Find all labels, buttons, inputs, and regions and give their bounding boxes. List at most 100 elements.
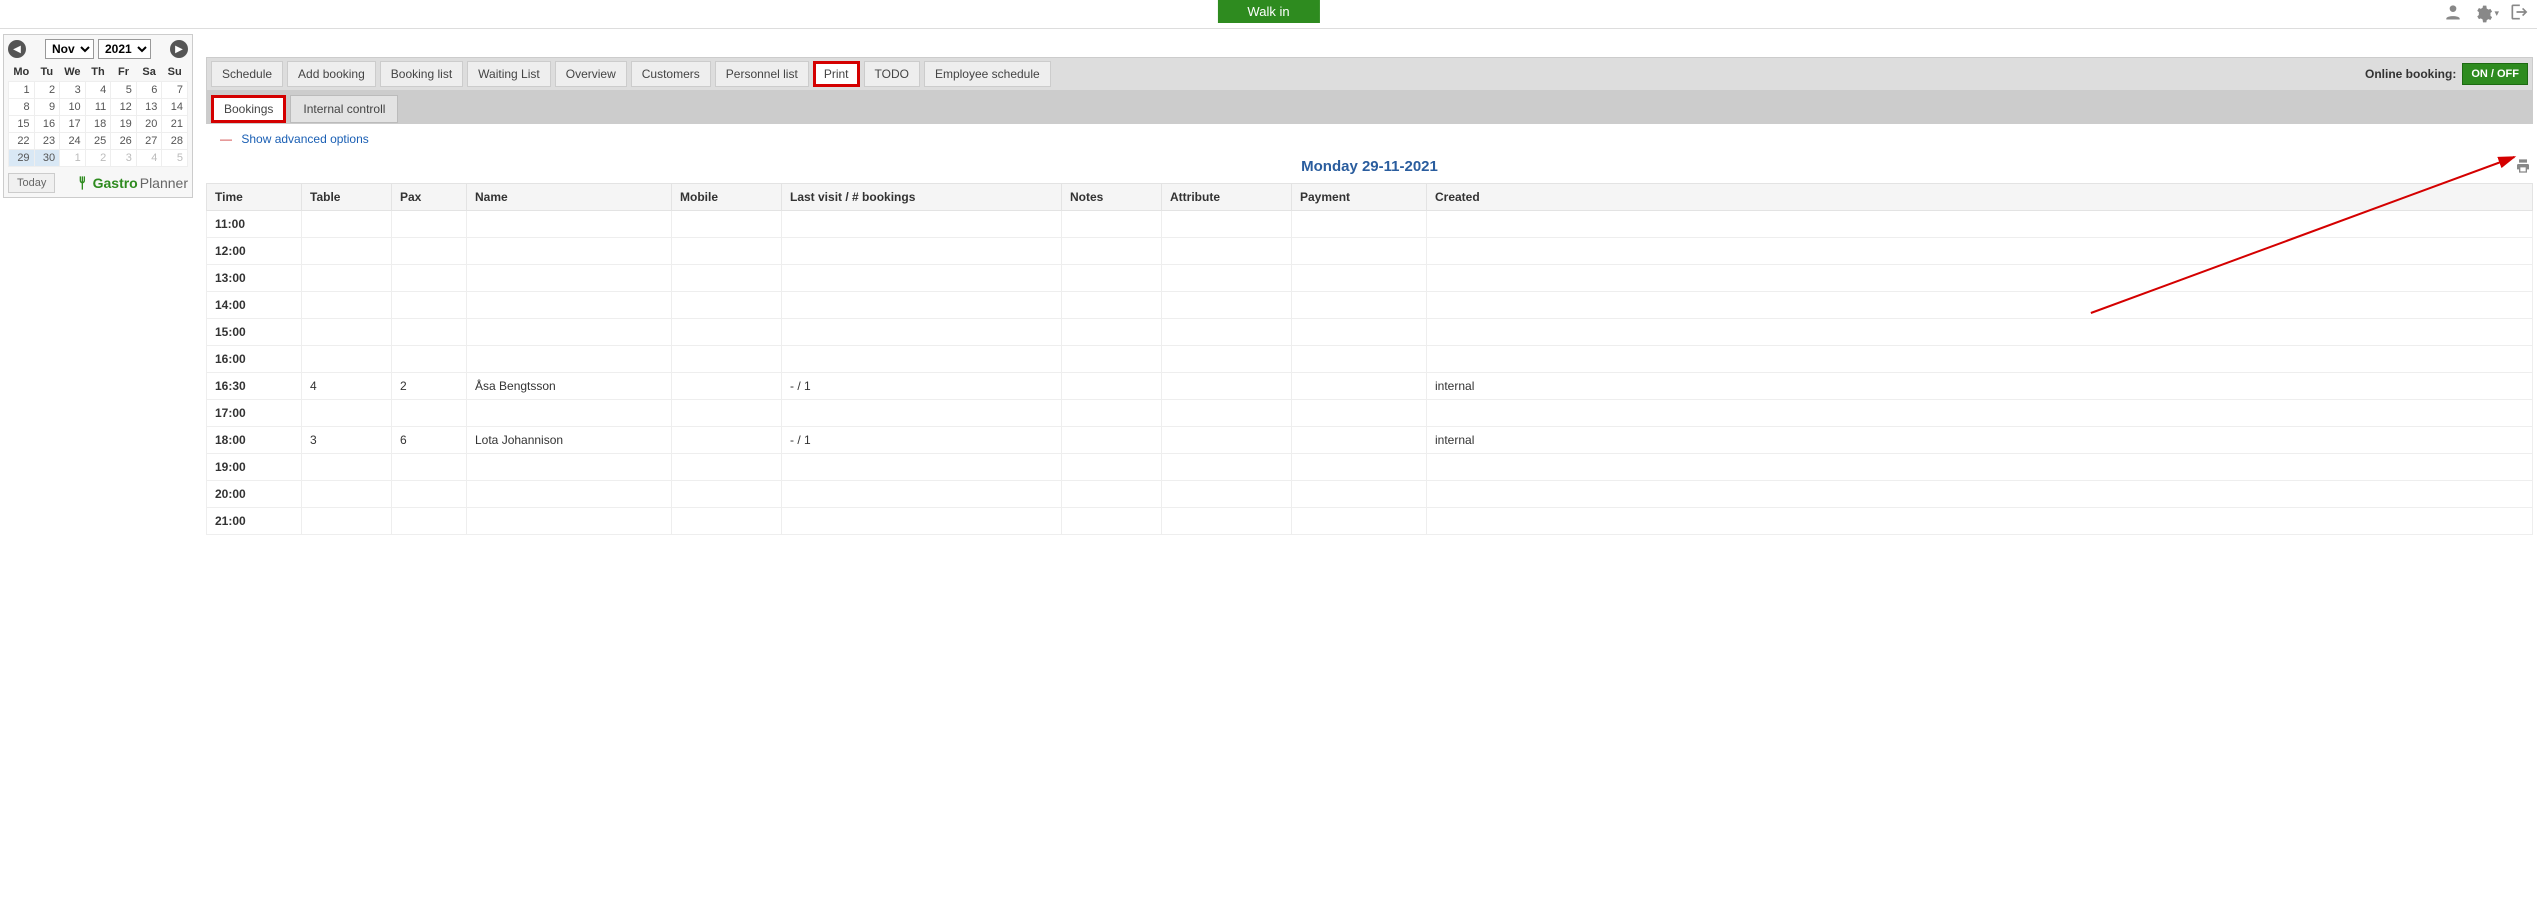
cal-day[interactable]: 1 — [60, 150, 86, 167]
cell-payment — [1292, 373, 1427, 400]
cal-day[interactable]: 21 — [162, 116, 188, 133]
cell-last — [782, 211, 1062, 238]
cell-payment — [1292, 454, 1427, 481]
cell-table — [302, 400, 392, 427]
cell-attribute — [1162, 238, 1292, 265]
cal-dow: Sa — [136, 63, 162, 82]
cal-day[interactable]: 3 — [111, 150, 137, 167]
cell-created — [1427, 319, 2533, 346]
cell-mobile — [672, 373, 782, 400]
table-row[interactable]: 15:00 — [207, 319, 2533, 346]
cal-day[interactable]: 25 — [85, 133, 111, 150]
main-tab-booking-list[interactable]: Booking list — [380, 61, 463, 87]
cal-year-select[interactable]: 2021 — [98, 39, 151, 59]
table-row[interactable]: 21:00 — [207, 508, 2533, 535]
main-tab-personnel-list[interactable]: Personnel list — [715, 61, 809, 87]
table-row[interactable]: 13:00 — [207, 265, 2533, 292]
cal-day[interactable]: 10 — [60, 99, 86, 116]
table-row[interactable]: 17:00 — [207, 400, 2533, 427]
cal-day[interactable]: 4 — [136, 150, 162, 167]
table-row[interactable]: 12:00 — [207, 238, 2533, 265]
cal-day[interactable]: 9 — [34, 99, 60, 116]
user-icon[interactable] — [2443, 2, 2463, 25]
cal-prev-button[interactable]: ◀ — [8, 40, 26, 58]
cal-day[interactable]: 30 — [34, 150, 60, 167]
cal-day[interactable]: 3 — [60, 82, 86, 99]
table-row[interactable]: 14:00 — [207, 292, 2533, 319]
table-row[interactable]: 16:3042Åsa Bengtsson- / 1internal — [207, 373, 2533, 400]
cal-day[interactable]: 23 — [34, 133, 60, 150]
cal-day[interactable]: 1 — [9, 82, 35, 99]
online-booking-toggle[interactable]: ON / OFF — [2462, 63, 2528, 85]
cal-day[interactable]: 18 — [85, 116, 111, 133]
cal-day[interactable]: 22 — [9, 133, 35, 150]
main-tab-waiting-list[interactable]: Waiting List — [467, 61, 551, 87]
cal-day[interactable]: 13 — [136, 99, 162, 116]
cal-day[interactable]: 7 — [162, 82, 188, 99]
cell-attribute — [1162, 454, 1292, 481]
cal-day[interactable]: 20 — [136, 116, 162, 133]
main-tab-employee-schedule[interactable]: Employee schedule — [924, 61, 1051, 87]
cal-day[interactable]: 4 — [85, 82, 111, 99]
table-row[interactable]: 11:00 — [207, 211, 2533, 238]
cell-mobile — [672, 400, 782, 427]
main-tab-print[interactable]: Print — [813, 61, 860, 87]
cal-day[interactable]: 8 — [9, 99, 35, 116]
main-tab-overview[interactable]: Overview — [555, 61, 627, 87]
cell-payment — [1292, 319, 1427, 346]
cell-time: 20:00 — [207, 481, 302, 508]
cal-day[interactable]: 15 — [9, 116, 35, 133]
sub-tab-bookings[interactable]: Bookings — [211, 95, 286, 123]
cal-day[interactable]: 16 — [34, 116, 60, 133]
cell-attribute — [1162, 508, 1292, 535]
cal-day[interactable]: 2 — [85, 150, 111, 167]
logout-icon[interactable] — [2509, 2, 2529, 25]
main-tab-todo[interactable]: TODO — [864, 61, 920, 87]
cal-day[interactable]: 5 — [162, 150, 188, 167]
cell-pax: 6 — [392, 427, 467, 454]
sub-tab-internal-controll[interactable]: Internal controll — [290, 95, 398, 123]
cal-day[interactable]: 19 — [111, 116, 137, 133]
cal-day[interactable]: 28 — [162, 133, 188, 150]
cell-attribute — [1162, 319, 1292, 346]
settings-icon[interactable]: ▾ — [2473, 4, 2499, 24]
cell-name — [467, 346, 672, 373]
cell-payment — [1292, 211, 1427, 238]
main-tab-customers[interactable]: Customers — [631, 61, 711, 87]
main-tab-schedule[interactable]: Schedule — [211, 61, 283, 87]
cal-day[interactable]: 2 — [34, 82, 60, 99]
cal-next-button[interactable]: ▶ — [170, 40, 188, 58]
cell-name: Åsa Bengtsson — [467, 373, 672, 400]
cal-day[interactable]: 11 — [85, 99, 111, 116]
cell-created — [1427, 481, 2533, 508]
table-row[interactable]: 20:00 — [207, 481, 2533, 508]
show-advanced-options-link[interactable]: Show advanced options — [241, 132, 368, 146]
print-icon[interactable] — [2515, 158, 2531, 178]
walk-in-button[interactable]: Walk in — [1217, 0, 1319, 23]
today-button[interactable]: Today — [8, 173, 55, 193]
cal-day[interactable]: 6 — [136, 82, 162, 99]
cell-table — [302, 265, 392, 292]
cell-created — [1427, 454, 2533, 481]
main-tab-add-booking[interactable]: Add booking — [287, 61, 376, 87]
table-row[interactable]: 16:00 — [207, 346, 2533, 373]
cal-month-select[interactable]: Nov — [45, 39, 94, 59]
cal-day[interactable]: 12 — [111, 99, 137, 116]
cal-day[interactable]: 27 — [136, 133, 162, 150]
cal-day[interactable]: 24 — [60, 133, 86, 150]
cell-time: 16:30 — [207, 373, 302, 400]
cal-day[interactable]: 5 — [111, 82, 137, 99]
cell-payment — [1292, 400, 1427, 427]
cell-name — [467, 238, 672, 265]
table-row[interactable]: 19:00 — [207, 454, 2533, 481]
cell-time: 19:00 — [207, 454, 302, 481]
cal-day[interactable]: 14 — [162, 99, 188, 116]
collapse-icon[interactable]: — — [220, 132, 232, 146]
cell-last — [782, 265, 1062, 292]
cal-day[interactable]: 17 — [60, 116, 86, 133]
cal-day[interactable]: 26 — [111, 133, 137, 150]
cell-payment — [1292, 292, 1427, 319]
cell-last — [782, 481, 1062, 508]
table-row[interactable]: 18:0036Lota Johannison- / 1internal — [207, 427, 2533, 454]
cal-day[interactable]: 29 — [9, 150, 35, 167]
